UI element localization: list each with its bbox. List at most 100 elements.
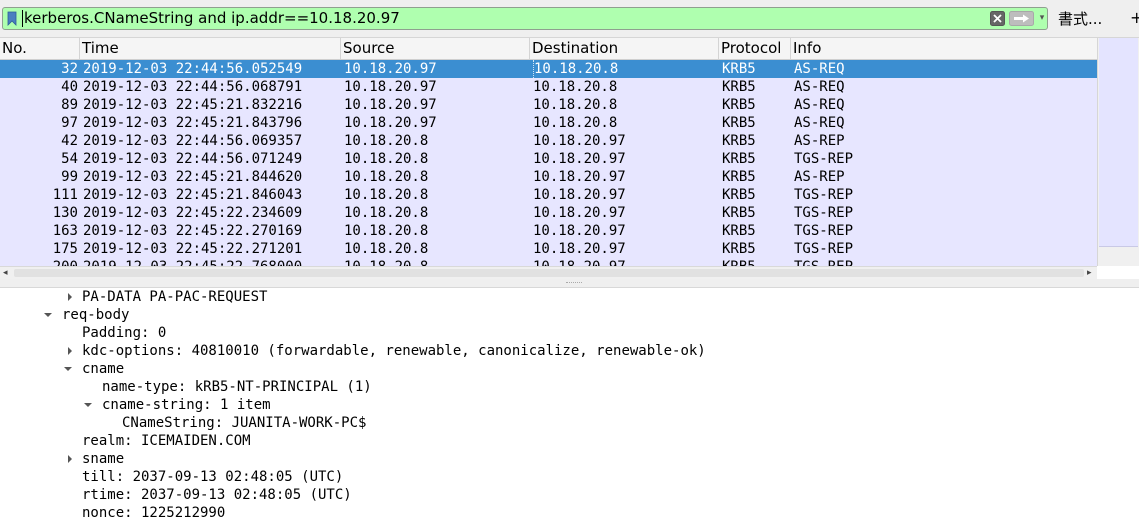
- tree-item-realm[interactable]: realm: ICEMAIDEN.COM: [82, 432, 251, 450]
- filter-expression-button[interactable]: 書式...: [1058, 9, 1102, 29]
- chevron-down-icon[interactable]: [44, 306, 54, 324]
- scroll-left-arrow-icon[interactable]: ◂: [3, 267, 8, 279]
- display-filter-text[interactable]: kerberos.CNameString and ip.addr==10.18.…: [24, 9, 990, 28]
- scroll-right-arrow-icon[interactable]: ▸: [1087, 267, 1092, 279]
- packet-no: 99: [61, 169, 78, 185]
- pane-splitter[interactable]: [0, 279, 1139, 287]
- packet-no: 200: [0, 258, 78, 266]
- column-header-destination[interactable]: Destination: [530, 38, 719, 59]
- packet-time: 2019-12-03 22:44:56.069357: [83, 133, 303, 149]
- packet-row[interactable]: 200 2019-12-03 22:45:22.768000 10.18.20.8 1…: [0, 258, 1097, 266]
- packet-info: AS-REP: [794, 169, 845, 185]
- packet-row[interactable]: 32 2019-12-03 22:44:56.052549 10.18.20.97 1…: [0, 60, 1097, 78]
- tree-item-till[interactable]: till: 2037-09-13 02:48:05 (UTC): [82, 468, 343, 486]
- packet-list-vertical-scrollbar[interactable]: [1097, 38, 1139, 266]
- packet-info: AS-REP: [794, 133, 845, 149]
- recent-filters-dropdown-icon[interactable]: ▾: [1037, 12, 1047, 25]
- packet-time: 2019-12-03 22:45:21.844620: [83, 169, 303, 185]
- clear-filter-icon[interactable]: [990, 11, 1005, 26]
- chevron-right-icon[interactable]: [66, 450, 76, 468]
- packet-source: 10.18.20.8: [344, 205, 429, 221]
- packet-time: 2019-12-03 22:45:22.768000: [83, 258, 338, 266]
- packet-protocol: KRB5: [722, 97, 756, 113]
- tree-item-label: name-type: kRB5-NT-PRINCIPAL (1): [102, 379, 372, 395]
- column-header-protocol[interactable]: Protocol: [719, 38, 791, 59]
- packet-no: 163: [52, 223, 78, 239]
- splitter-grip[interactable]: [566, 282, 582, 285]
- packet-row[interactable]: 40 2019-12-03 22:44:56.068791 10.18.20.97 1…: [0, 78, 1097, 96]
- packet-source: 10.18.20.97: [344, 79, 437, 95]
- add-filter-button[interactable]: +: [1130, 8, 1139, 28]
- tree-item-kdc-options[interactable]: kdc-options: 40810010 (forwardable, rene…: [68, 342, 706, 360]
- tree-item-label: nonce: 1225212990: [82, 505, 226, 521]
- packet-time: 2019-12-03 22:44:56.068791: [83, 79, 303, 95]
- packet-info: TGS-REP: [794, 205, 854, 221]
- column-header-source[interactable]: Source: [341, 38, 530, 59]
- packet-no: 89: [61, 97, 78, 113]
- column-header-time[interactable]: Time: [80, 38, 341, 59]
- column-header-no[interactable]: No.: [0, 38, 80, 59]
- packet-source: 10.18.20.8: [344, 187, 429, 203]
- chevron-right-icon[interactable]: [66, 342, 76, 360]
- packet-no: 32: [61, 61, 78, 77]
- packet-info: AS-REQ: [794, 79, 845, 95]
- packet-source: 10.18.20.8: [344, 169, 429, 185]
- apply-filter-arrow-icon[interactable]: [1009, 11, 1034, 26]
- tree-item-sname[interactable]: sname: [68, 450, 124, 468]
- packet-row[interactable]: 99 2019-12-03 22:45:21.844620 10.18.20.8 10…: [0, 168, 1097, 186]
- tree-item-name-type[interactable]: name-type: kRB5-NT-PRINCIPAL (1): [102, 378, 372, 396]
- packet-list-horizontal-scrollbar[interactable]: ◂ ▸: [0, 266, 1097, 279]
- packet-row[interactable]: 42 2019-12-03 22:44:56.069357 10.18.20.8 10…: [0, 132, 1097, 150]
- packet-source: 10.18.20.97: [344, 115, 437, 131]
- tree-item-cname[interactable]: cname: [64, 360, 125, 378]
- chevron-right-icon[interactable]: [66, 288, 76, 306]
- tree-item-cname-string[interactable]: cname-string: 1 item: [84, 396, 271, 414]
- tree-item-nonce[interactable]: nonce: 1225212990: [82, 504, 225, 522]
- display-filter-toolbar: kerberos.CNameString and ip.addr==10.18.…: [0, 0, 1139, 38]
- tree-item-req-body[interactable]: req-body: [44, 306, 129, 324]
- packet-row[interactable]: 54 2019-12-03 22:44:56.071249 10.18.20.8 10…: [0, 150, 1097, 168]
- tree-item-pa-data[interactable]: PA-DATA PA-PAC-REQUEST: [68, 288, 268, 306]
- chevron-down-icon[interactable]: [84, 396, 94, 414]
- packet-row[interactable]: 130 2019-12-03 22:45:22.234609 10.18.20.8 1…: [0, 204, 1097, 222]
- packet-row[interactable]: 163 2019-12-03 22:45:22.270169 10.18.20.8 1…: [0, 222, 1097, 240]
- tree-item-rtime[interactable]: rtime: 2037-09-13 02:48:05 (UTC): [82, 486, 352, 504]
- packet-info: AS-REQ: [794, 61, 845, 77]
- packet-row[interactable]: 97 2019-12-03 22:45:21.843796 10.18.20.97 1…: [0, 114, 1097, 132]
- tree-item-padding[interactable]: Padding: 0: [82, 324, 166, 342]
- tree-item-label: realm: ICEMAIDEN.COM: [82, 433, 251, 449]
- packet-source: 10.18.20.8: [344, 151, 429, 167]
- packet-protocol: KRB5: [722, 115, 756, 131]
- packet-time: 2019-12-03 22:45:22.270169: [83, 223, 303, 239]
- tree-item-label: PA-DATA PA-PAC-REQUEST: [82, 289, 268, 305]
- packet-destination: 10.18.20.8: [533, 79, 618, 95]
- bookmark-icon[interactable]: [6, 11, 18, 26]
- packet-list-minimap[interactable]: [1099, 38, 1138, 247]
- packet-protocol: KRB5: [722, 205, 756, 221]
- horizontal-scroll-thumb[interactable]: [14, 269, 1084, 277]
- packet-list-header: No. Time Source Destination Protocol Inf…: [0, 38, 1097, 60]
- tree-item-label: CNameString: JUANITA-WORK-PC$: [122, 415, 367, 431]
- packet-destination: 10.18.20.8: [533, 115, 618, 131]
- packet-protocol: KRB5: [722, 258, 788, 266]
- packet-row[interactable]: 111 2019-12-03 22:45:21.846043 10.18.20.8 1…: [0, 186, 1097, 204]
- tree-item-label: Padding: 0: [82, 325, 167, 341]
- packet-protocol: KRB5: [722, 169, 756, 185]
- packet-protocol: KRB5: [722, 133, 756, 149]
- chevron-down-icon[interactable]: [64, 360, 74, 378]
- packet-no: 54: [61, 151, 78, 167]
- packet-destination: 10.18.20.97: [533, 205, 626, 221]
- packet-row[interactable]: 175 2019-12-03 22:45:22.271201 10.18.20.8 1…: [0, 240, 1097, 258]
- packet-no: 40: [61, 79, 78, 95]
- tree-item-label: cname: [82, 361, 125, 377]
- column-header-info[interactable]: Info: [791, 38, 1097, 59]
- packet-destination: 10.18.20.97: [533, 187, 626, 203]
- packet-protocol: KRB5: [722, 187, 756, 203]
- packet-time: 2019-12-03 22:44:56.071249: [83, 151, 303, 167]
- packet-row[interactable]: 89 2019-12-03 22:45:21.832216 10.18.20.97 1…: [0, 96, 1097, 114]
- packet-destination: 10.18.20.97: [533, 258, 716, 266]
- display-filter-field[interactable]: kerberos.CNameString and ip.addr==10.18.…: [2, 7, 1048, 30]
- packet-protocol: KRB5: [722, 61, 756, 77]
- tree-item-cnamestring-value[interactable]: CNameString: JUANITA-WORK-PC$: [122, 414, 366, 432]
- packet-info: TGS-REP: [794, 187, 854, 203]
